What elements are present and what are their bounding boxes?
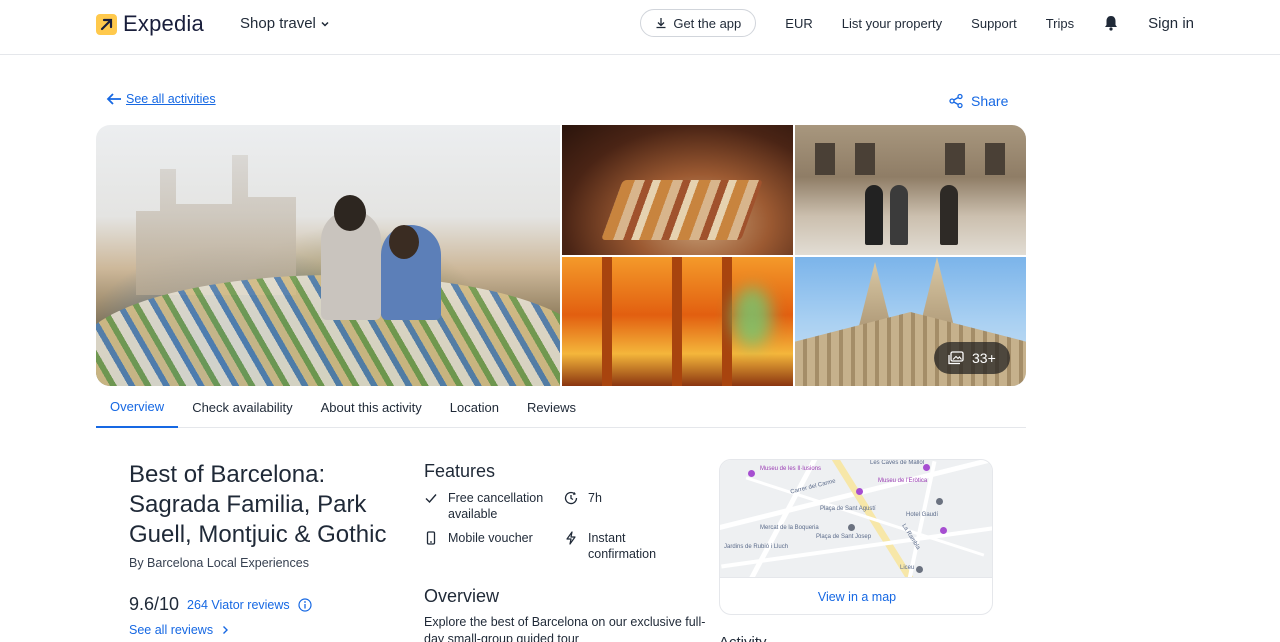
gallery-photo-market[interactable] — [562, 125, 793, 255]
feature-mobile-voucher: Mobile voucher — [424, 530, 564, 546]
map-label: Museu de les Il·lusions — [760, 466, 822, 472]
chevron-right-icon — [223, 626, 229, 634]
features-heading: Features — [424, 461, 496, 481]
list-property-link[interactable]: List your property — [842, 16, 942, 31]
head-shape — [389, 225, 419, 259]
see-all-activities-label: See all activities — [126, 92, 216, 106]
person-shape — [940, 185, 958, 245]
gallery-photo-tour-group[interactable] — [795, 125, 1026, 255]
expedia-arrow-icon — [96, 13, 117, 35]
tab-about-this-activity[interactable]: About this activity — [307, 386, 436, 428]
column-shape — [602, 257, 612, 386]
share-button[interactable]: Share — [948, 93, 1008, 109]
currency-selector[interactable]: EUR — [785, 16, 812, 31]
shop-travel-label: Shop travel — [240, 15, 316, 32]
tab-overview[interactable]: Overview — [96, 386, 179, 428]
clock-icon — [564, 491, 578, 505]
rating-score: 9.6/10 — [129, 594, 180, 614]
tab-reviews[interactable]: Reviews — [513, 386, 590, 428]
activity-provider: By Barcelona Local Experiences — [129, 556, 309, 570]
header-nav: Get the app EUR List your property Suppo… — [640, 9, 1194, 37]
map-poi-pin[interactable] — [748, 470, 755, 477]
arrow-left-icon — [106, 93, 121, 105]
feature-instant-confirmation: Instant confirmation — [564, 530, 694, 562]
share-icon — [949, 93, 963, 109]
person-shape — [890, 185, 908, 245]
info-icon[interactable] — [298, 597, 312, 612]
map-poi-pin[interactable] — [848, 524, 855, 531]
overview-text: Explore the best of Barcelona on our exc… — [424, 615, 706, 642]
window-shape — [815, 143, 835, 175]
map-label: Carrer del Carme — [789, 478, 837, 496]
map-label: Les Caves de Mallol — [870, 460, 925, 466]
shop-travel-menu[interactable]: Shop travel — [240, 15, 330, 32]
window-shape — [985, 143, 1005, 175]
map-label: Plaça de Sant Agustí — [820, 506, 876, 512]
trips-link[interactable]: Trips — [1046, 16, 1074, 31]
check-icon — [425, 494, 437, 504]
rating-summary: 9.6/10 264 Viator reviews — [129, 594, 312, 615]
share-label: Share — [971, 93, 1009, 109]
sign-in-link[interactable]: Sign in — [1148, 15, 1194, 32]
person-shape — [865, 185, 883, 245]
reviews-count-link[interactable]: 264 Viator reviews — [187, 598, 290, 612]
activity-location-heading: Activity location — [719, 634, 819, 642]
support-link[interactable]: Support — [971, 16, 1017, 31]
column-shape — [722, 257, 732, 386]
expedia-logo[interactable]: Expedia — [96, 11, 204, 37]
map-label: Liceu — [900, 565, 915, 571]
feature-label: 7h — [588, 491, 602, 505]
gallery-photo-stained-glass[interactable] — [562, 257, 793, 386]
map-label: Hotel Gaudí — [906, 512, 939, 518]
overview-heading: Overview — [424, 586, 500, 606]
window-shape — [855, 143, 875, 175]
more-photos-count: 33+ — [972, 350, 996, 366]
get-the-app-label: Get the app — [673, 15, 742, 31]
tab-check-availability[interactable]: Check availability — [178, 386, 306, 428]
feature-free-cancellation: Free cancellation available — [424, 490, 564, 522]
chevron-down-icon — [321, 21, 329, 27]
feature-label: Mobile voucher — [448, 531, 533, 545]
feature-label: Instant confirmation — [588, 531, 657, 561]
section-tabs: Overview Check availability About this a… — [96, 386, 1026, 428]
column-shape — [672, 257, 682, 386]
get-the-app-button[interactable]: Get the app — [640, 9, 757, 37]
map-poi-pin[interactable] — [923, 464, 930, 471]
bell-icon[interactable] — [1102, 14, 1120, 32]
logo-text: Expedia — [123, 11, 204, 36]
activity-title: Best of Barcelona: Sagrada Familia, Park… — [129, 461, 387, 548]
location-map[interactable]: Museu de les Il·lusions Les Caves de Mal… — [720, 460, 992, 577]
map-label: Plaça de Sant Josep — [816, 534, 872, 540]
map-label: Jardins de Rubió i Lluch — [724, 544, 789, 550]
map-poi-pin[interactable] — [916, 566, 923, 573]
market-stall-shape — [601, 180, 763, 240]
see-all-reviews-link[interactable]: See all reviews — [129, 623, 229, 637]
lightning-icon — [566, 531, 576, 545]
top-header: Expedia Shop travel Get the app EUR List… — [0, 0, 1280, 55]
map-poi-pin[interactable] — [940, 527, 947, 534]
photo-gallery[interactable]: 33+ — [96, 125, 1026, 386]
location-map-card[interactable]: Museu de les Il·lusions Les Caves de Mal… — [719, 459, 993, 615]
map-label: Mercat de la Boqueria — [760, 525, 819, 531]
map-poi-pin[interactable] — [856, 488, 863, 495]
gallery-icon — [948, 351, 964, 365]
map-poi-pin[interactable] — [936, 498, 943, 505]
feature-duration: 7h — [564, 490, 694, 506]
more-photos-badge[interactable]: 33+ — [934, 342, 1010, 374]
download-icon — [656, 18, 666, 29]
phone-icon — [426, 531, 436, 545]
green-glass-glow — [732, 287, 772, 347]
map-label: Museu de l'Eròtica — [878, 478, 928, 484]
skyline-shape — [136, 155, 296, 295]
head-shape — [334, 195, 366, 231]
gallery-photo-park-guell[interactable] — [96, 125, 560, 386]
view-in-map-link[interactable]: View in a map — [720, 577, 992, 614]
tab-location[interactable]: Location — [436, 386, 513, 428]
see-all-activities-link[interactable]: See all activities — [106, 92, 216, 106]
feature-label: Free cancellation available — [448, 491, 544, 521]
window-shape — [945, 143, 965, 175]
see-all-reviews-label: See all reviews — [129, 623, 214, 637]
